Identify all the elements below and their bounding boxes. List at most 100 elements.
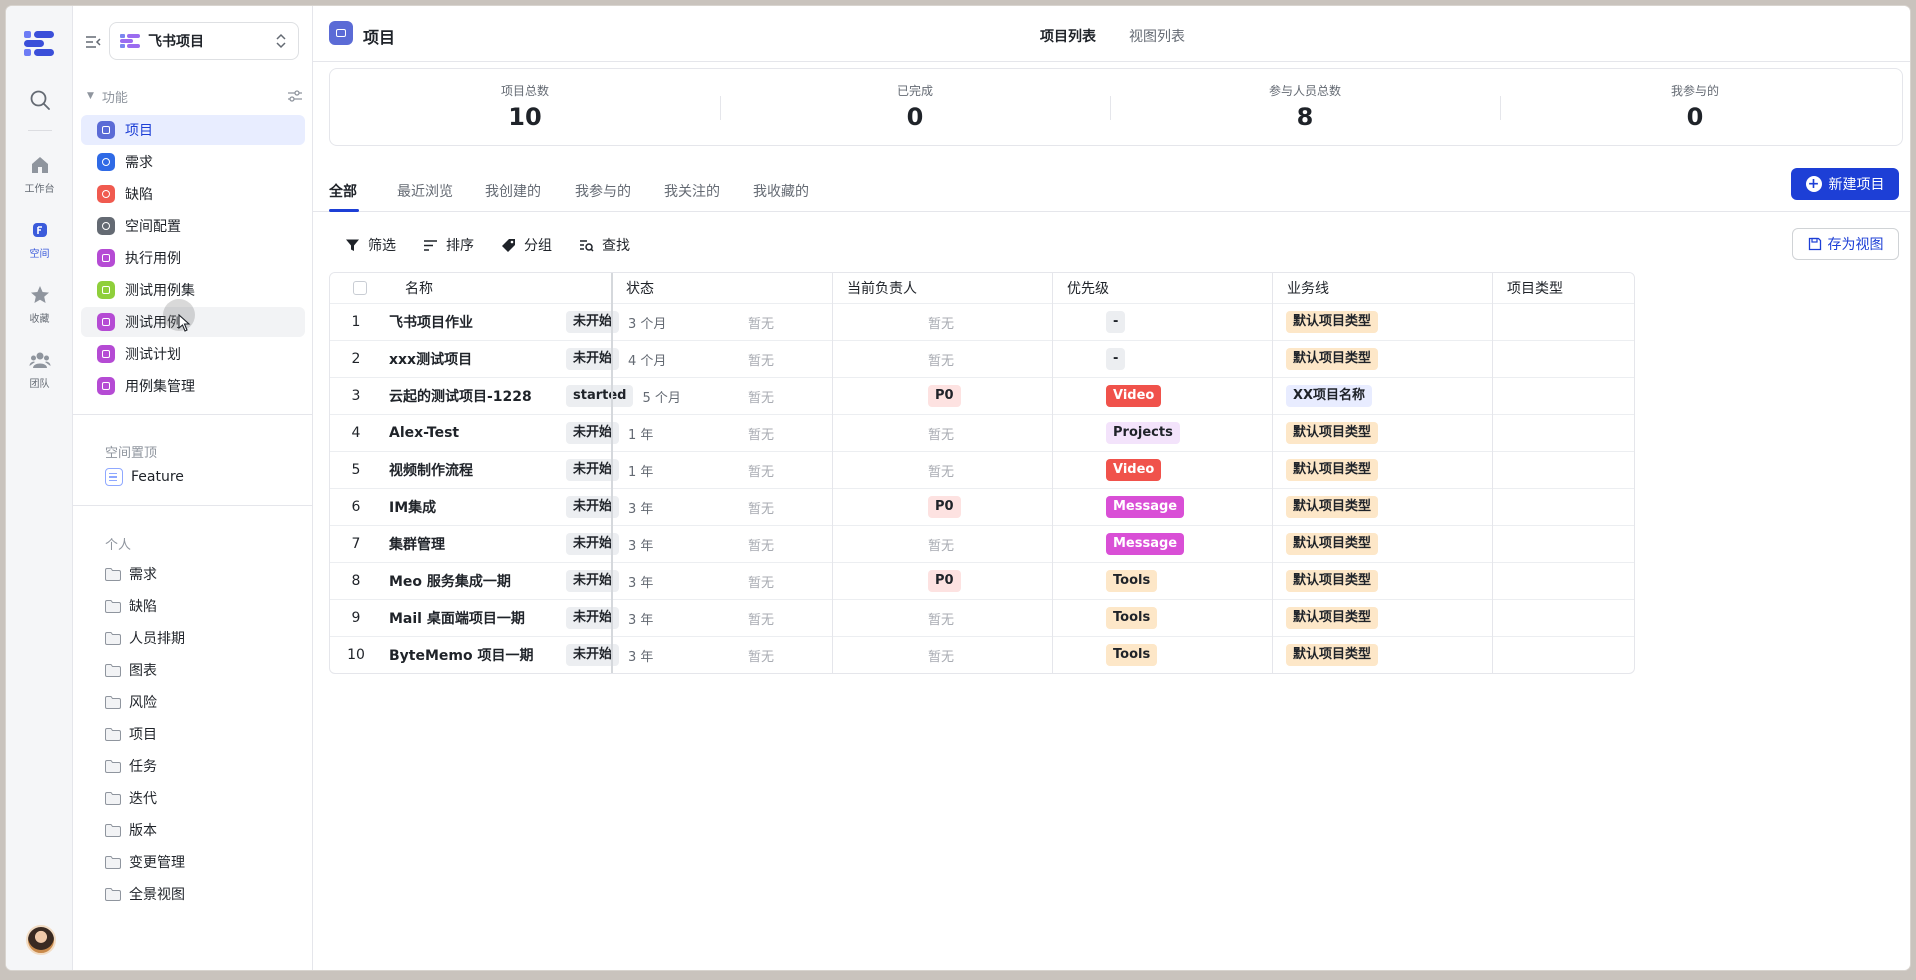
folder-item[interactable]: 变更管理 <box>105 852 185 872</box>
project-type-cell[interactable]: 默认项目类型 <box>1286 637 1379 673</box>
tab-recent[interactable]: 最近浏览 <box>397 181 453 201</box>
table-row[interactable]: 4 Alex-Test 未开始 1 年 暂无 暂无 Projects 默认项目类型 <box>330 414 1634 451</box>
business-line-cell[interactable]: - <box>1106 341 1126 377</box>
rail-favorites[interactable]: 收藏 <box>6 284 73 326</box>
nav-item-test-case-set[interactable]: 测试用例集 <box>81 275 305 305</box>
app-logo-icon[interactable] <box>22 28 56 58</box>
business-line-cell[interactable]: Message <box>1106 526 1185 562</box>
tab-project-list[interactable]: 项目列表 <box>1040 26 1096 46</box>
owner-cell[interactable]: 暂无 <box>748 304 774 340</box>
business-line-cell[interactable]: - <box>1106 304 1126 340</box>
table-row[interactable]: 2 xxx测试项目 未开始 4 个月 暂无 暂无 - 默认项目类型 <box>330 340 1634 377</box>
project-type-cell[interactable]: 默认项目类型 <box>1286 341 1379 377</box>
search-icon[interactable] <box>28 88 52 112</box>
status-cell[interactable]: 未开始 3 年 <box>566 637 653 673</box>
project-name[interactable]: Mail 桌面端项目一期 <box>389 600 525 636</box>
project-name[interactable]: 飞书项目作业 <box>389 304 473 340</box>
tab-created[interactable]: 我创建的 <box>485 181 541 201</box>
rail-space[interactable]: 空间 <box>6 219 73 261</box>
table-row[interactable]: 8 Meo 服务集成一期 未开始 3 年 暂无 P0 Tools 默认项目类型 <box>330 562 1634 599</box>
business-line-cell[interactable]: Tools <box>1106 600 1158 636</box>
status-cell[interactable]: 未开始 4 个月 <box>566 341 666 377</box>
tab-followed[interactable]: 我关注的 <box>664 181 720 201</box>
find-button[interactable]: 查找 <box>579 235 630 255</box>
status-cell[interactable]: 未开始 3 年 <box>566 600 653 636</box>
priority-cell[interactable]: 暂无 <box>928 452 954 488</box>
column-header-status[interactable]: 状态 <box>626 273 654 303</box>
folder-item[interactable]: 缺陷 <box>105 596 157 616</box>
pinned-item-feature[interactable]: Feature <box>105 468 184 486</box>
rail-workbench[interactable]: 工作台 <box>6 154 73 196</box>
section-header-features[interactable]: ▼ 功能 <box>87 87 303 106</box>
folder-item[interactable]: 需求 <box>105 564 157 584</box>
status-cell[interactable]: 未开始 3 年 <box>566 526 653 562</box>
priority-cell[interactable]: P0 <box>928 489 961 525</box>
project-type-cell[interactable]: XX项目名称 <box>1286 378 1373 414</box>
priority-cell[interactable]: 暂无 <box>928 304 954 340</box>
priority-cell[interactable]: 暂无 <box>928 600 954 636</box>
nav-item-test-plan[interactable]: 测试计划 <box>81 339 305 369</box>
project-type-cell[interactable]: 默认项目类型 <box>1286 304 1379 340</box>
priority-cell[interactable]: P0 <box>928 378 961 414</box>
owner-cell[interactable]: 暂无 <box>748 489 774 525</box>
project-name[interactable]: 云起的测试项目-1228 <box>389 378 532 414</box>
select-all-checkbox[interactable] <box>353 273 367 303</box>
project-name[interactable]: 视频制作流程 <box>389 452 473 488</box>
nav-item-space-config[interactable]: 空间配置 <box>81 211 305 241</box>
group-button[interactable]: 分组 <box>501 235 552 255</box>
owner-cell[interactable]: 暂无 <box>748 526 774 562</box>
folder-item[interactable]: 迭代 <box>105 788 157 808</box>
business-line-cell[interactable]: Tools <box>1106 637 1158 673</box>
business-line-cell[interactable]: Tools <box>1106 563 1158 599</box>
tab-favorited[interactable]: 我收藏的 <box>753 181 809 201</box>
status-cell[interactable]: started 5 个月 <box>566 378 681 414</box>
folder-item[interactable]: 人员排期 <box>105 628 185 648</box>
nav-item-requirement[interactable]: 需求 <box>81 147 305 177</box>
folder-item[interactable]: 版本 <box>105 820 157 840</box>
project-name[interactable]: Alex-Test <box>389 415 459 451</box>
project-type-cell[interactable]: 默认项目类型 <box>1286 526 1379 562</box>
table-row[interactable]: 5 视频制作流程 未开始 1 年 暂无 暂无 Video 默认项目类型 <box>330 451 1634 488</box>
owner-cell[interactable]: 暂无 <box>748 415 774 451</box>
table-row[interactable]: 1 飞书项目作业 未开始 3 个月 暂无 暂无 - 默认项目类型 <box>330 303 1634 340</box>
project-type-cell[interactable]: 默认项目类型 <box>1286 563 1379 599</box>
status-cell[interactable]: 未开始 3 个月 <box>566 304 666 340</box>
folder-item[interactable]: 项目 <box>105 724 157 744</box>
table-row[interactable]: 9 Mail 桌面端项目一期 未开始 3 年 暂无 暂无 Tools 默认项目类型 <box>330 599 1634 636</box>
priority-cell[interactable]: P0 <box>928 563 961 599</box>
project-type-cell[interactable]: 默认项目类型 <box>1286 415 1379 451</box>
project-name[interactable]: ByteMemo 项目一期 <box>389 637 534 673</box>
tab-participated[interactable]: 我参与的 <box>575 181 631 201</box>
status-cell[interactable]: 未开始 3 年 <box>566 489 653 525</box>
owner-cell[interactable]: 暂无 <box>748 637 774 673</box>
owner-cell[interactable]: 暂无 <box>748 341 774 377</box>
column-header-priority[interactable]: 优先级 <box>1067 273 1109 303</box>
sort-button[interactable]: 排序 <box>423 235 474 255</box>
table-row[interactable]: 7 集群管理 未开始 3 年 暂无 暂无 Message 默认项目类型 <box>330 525 1634 562</box>
folder-item[interactable]: 图表 <box>105 660 157 680</box>
project-type-cell[interactable]: 默认项目类型 <box>1286 600 1379 636</box>
project-name[interactable]: xxx测试项目 <box>389 341 472 377</box>
status-cell[interactable]: 未开始 1 年 <box>566 452 653 488</box>
project-type-cell[interactable]: 默认项目类型 <box>1286 452 1379 488</box>
column-header-business-line[interactable]: 业务线 <box>1287 273 1329 303</box>
owner-cell[interactable]: 暂无 <box>748 452 774 488</box>
owner-cell[interactable]: 暂无 <box>748 378 774 414</box>
owner-cell[interactable]: 暂无 <box>748 600 774 636</box>
table-row[interactable]: 3 云起的测试项目-1228 started 5 个月 暂无 P0 Video XX项目名称 <box>330 377 1634 414</box>
business-line-cell[interactable]: Video <box>1106 378 1162 414</box>
save-view-button[interactable]: 存为视图 <box>1792 228 1899 260</box>
status-cell[interactable]: 未开始 3 年 <box>566 563 653 599</box>
folder-item[interactable]: 全景视图 <box>105 884 185 904</box>
project-name[interactable]: Meo 服务集成一期 <box>389 563 511 599</box>
user-avatar[interactable] <box>26 925 56 955</box>
priority-cell[interactable]: 暂无 <box>928 415 954 451</box>
project-name[interactable]: IM集成 <box>389 489 436 525</box>
settings-sliders-icon[interactable] <box>287 88 303 104</box>
table-row[interactable]: 6 IM集成 未开始 3 年 暂无 P0 Message 默认项目类型 <box>330 488 1634 525</box>
business-line-cell[interactable]: Video <box>1106 452 1162 488</box>
folder-item[interactable]: 风险 <box>105 692 157 712</box>
priority-cell[interactable]: 暂无 <box>928 341 954 377</box>
priority-cell[interactable]: 暂无 <box>928 637 954 673</box>
collapse-sidebar-icon[interactable] <box>84 33 102 51</box>
